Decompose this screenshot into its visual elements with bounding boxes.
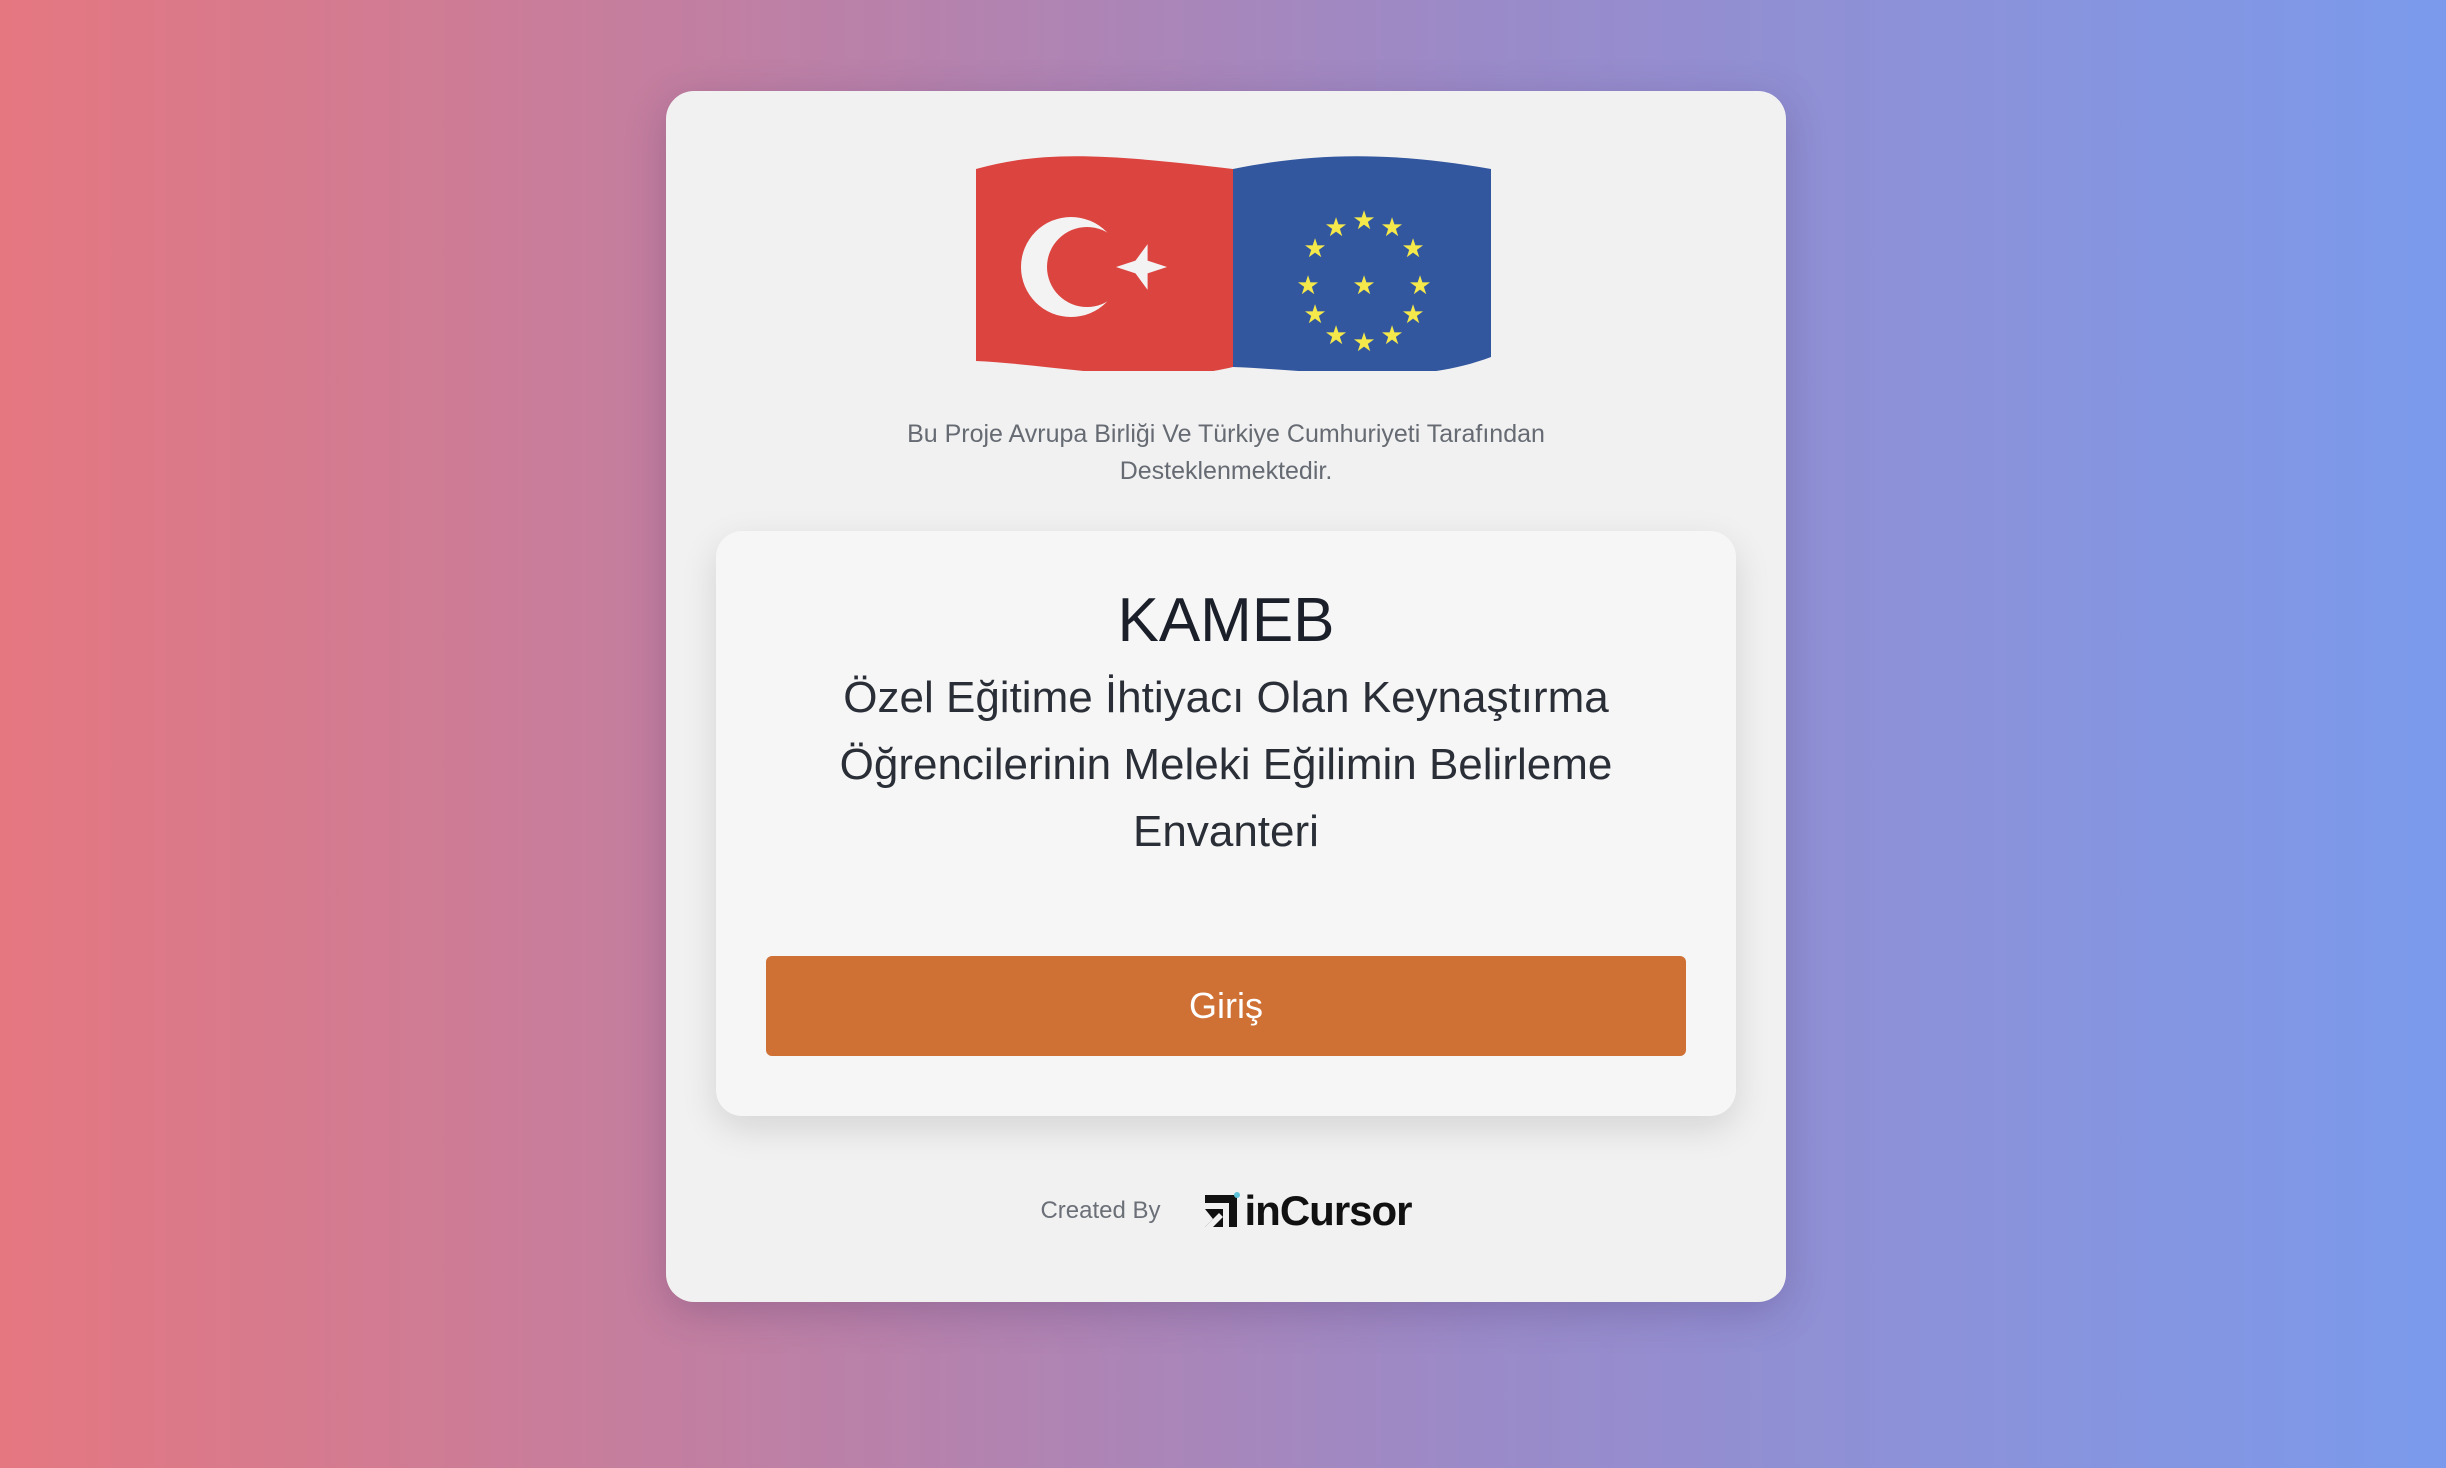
svg-text:★: ★	[1352, 328, 1375, 358]
svg-text:★: ★	[1352, 271, 1375, 301]
page-subtitle: Özel Eğitime İhtiyacı Olan Keynaştırma Ö…	[839, 673, 1613, 856]
svg-text:★: ★	[1296, 271, 1319, 301]
login-button[interactable]: Giriş	[766, 956, 1686, 1056]
svg-text:★: ★	[1324, 321, 1347, 351]
support-notice: Bu Proje Avrupa Birliği Ve Türkiye Cumhu…	[907, 420, 1545, 485]
svg-text:★: ★	[1408, 271, 1431, 301]
page-title: KAMEB	[1117, 586, 1335, 655]
svg-text:★: ★	[1401, 300, 1424, 330]
brand-name: inCursor	[1244, 1187, 1413, 1234]
svg-text:★: ★	[1352, 206, 1375, 236]
brand-link[interactable]: inCursor	[1201, 1187, 1413, 1235]
main-card: ★ ★ ★ ★ ★ ★ ★ ★ ★ ★ ★ ★ ★ Bu Proje Avrup…	[666, 91, 1786, 1302]
svg-text:★: ★	[1303, 300, 1326, 330]
login-panel: KAMEB Özel Eğitime İhtiyacı Olan Keynaşt…	[716, 531, 1736, 1116]
svg-text:★: ★	[1380, 213, 1403, 243]
created-by-label: Created By	[1040, 1197, 1161, 1224]
footer: Created By inCursor	[666, 1181, 1786, 1241]
incursor-logo-icon	[1204, 1192, 1240, 1231]
svg-text:★: ★	[1380, 321, 1403, 351]
turkey-eu-flags-logo: ★ ★ ★ ★ ★ ★ ★ ★ ★ ★ ★ ★ ★	[976, 156, 1491, 371]
svg-text:★: ★	[1324, 213, 1347, 243]
svg-text:★: ★	[1401, 234, 1424, 264]
svg-text:★: ★	[1303, 234, 1326, 264]
